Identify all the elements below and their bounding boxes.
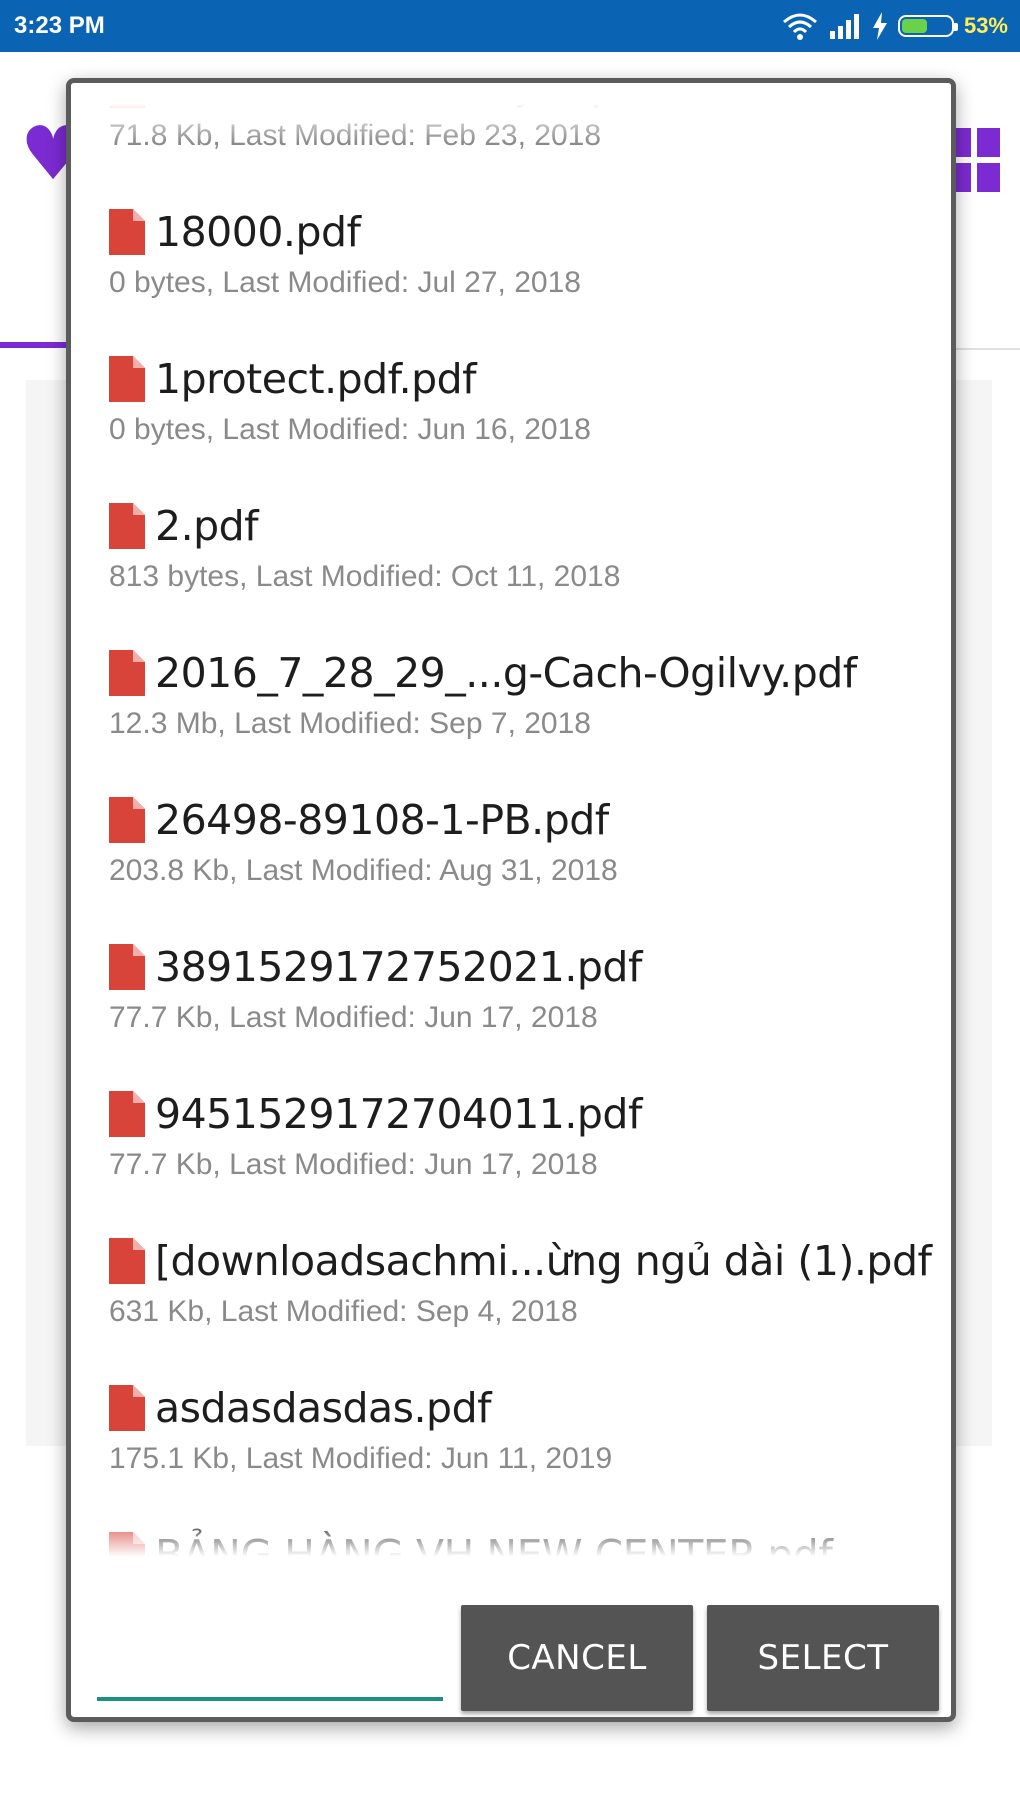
file-meta: 203.8 Kb, Last Modified: Aug 31, 2018 xyxy=(109,854,618,887)
file-name-row: 18000.pdf xyxy=(109,202,929,262)
file-meta: 175.1 Kb, Last Modified: Jun 11, 2019 xyxy=(109,1442,613,1475)
file-name-row: 12XOKVXNBOOBhjkh.pdf xyxy=(109,83,929,115)
file-name: BẢNG HÀNG VH NEW CENTER.pdf xyxy=(155,1531,833,1565)
file-meta: 71.8 Kb, Last Modified: Feb 23, 2018 xyxy=(109,119,601,152)
battery-percent: 53% xyxy=(963,13,1008,38)
file-name-row: BẢNG HÀNG VH NEW CENTER.pdf xyxy=(109,1525,929,1565)
battery-icon xyxy=(897,15,958,37)
file-meta: 12.3 Mb, Last Modified: Sep 7, 2018 xyxy=(109,707,591,740)
filename-input-underline[interactable] xyxy=(97,1697,443,1701)
file-list-item[interactable]: BẢNG HÀNG VH NEW CENTER.pdf xyxy=(109,1525,929,1565)
file-list-item[interactable]: 18000.pdf 0 bytes, Last Modified: Jul 27,… xyxy=(109,202,929,342)
file-name-row: 389152917275202‌1.pdf xyxy=(109,937,929,997)
pdf-file-icon xyxy=(109,650,145,696)
pdf-file-icon xyxy=(109,797,145,843)
divider xyxy=(950,348,1020,350)
file-name: asdasdasdas.pdf xyxy=(155,1384,492,1432)
file-name-row: 2016_7_28_29_...g-Cach-Ogilvy.pdf xyxy=(109,643,929,703)
file-name: 26498-89108-1-PB.pdf xyxy=(155,796,609,844)
file-name: 389152917275202‌1.pdf xyxy=(155,943,642,991)
pdf-file-icon xyxy=(109,83,145,108)
signal-icon xyxy=(829,14,859,39)
status-bar: 3:23 PM 53% xyxy=(0,0,1020,52)
wifi-icon xyxy=(782,13,817,40)
pdf-file-icon xyxy=(109,1532,145,1565)
pdf-file-icon xyxy=(109,503,145,549)
battery-fill xyxy=(901,19,927,33)
file-chooser-dialog: 12XOKVXNBOOBhjkh.pdf 71.8 Kb, Last Modifi… xyxy=(66,78,956,1722)
file-list[interactable]: 12XOKVXNBOOBhjkh.pdf 71.8 Kb, Last Modifi… xyxy=(71,83,951,1565)
pdf-file-icon xyxy=(109,209,145,255)
charging-icon xyxy=(872,12,887,40)
file-meta: 0 bytes, Last Modified: Jul 27, 2018 xyxy=(109,266,581,299)
file-name: 12XOKVXNBOOBhjkh.pdf xyxy=(155,83,656,109)
cancel-button[interactable]: CANCEL xyxy=(461,1605,693,1711)
file-name-row: asdasdasdas.pdf xyxy=(109,1378,929,1438)
status-icons: 53% xyxy=(782,8,1008,44)
file-list-item[interactable]: 2.pdf 813 bytes, Last Modified: Oct 11, 2… xyxy=(109,496,929,636)
file-name-row: 945152917270401‌1.pdf xyxy=(109,1084,929,1144)
file-meta: 77.7 Kb, Last Modified: Jun 17, 2018 xyxy=(109,1148,598,1181)
file-list-item[interactable]: 12XOKVXNBOOBhjkh.pdf 71.8 Kb, Last Modifi… xyxy=(109,83,929,195)
file-name: 2016_7_28_29_...g-Cach-Ogilvy.pdf xyxy=(155,649,857,697)
file-name: [downloadsachmi...ừng ngủ dài (1).pdf xyxy=(155,1237,932,1285)
file-meta: 0 bytes, Last Modified: Jun 16, 2018 xyxy=(109,413,591,446)
pdf-file-icon xyxy=(109,356,145,402)
file-list-item[interactable]: 1protect.pdf.pdf 0 bytes, Last Modified: … xyxy=(109,349,929,489)
file-name: 945152917270401‌1.pdf xyxy=(155,1090,642,1138)
file-list-item[interactable]: 945152917270401‌1.pdf 77.7 Kb, Last Modif… xyxy=(109,1084,929,1224)
file-name-row: 1protect.pdf.pdf xyxy=(109,349,929,409)
tab-indicator xyxy=(0,342,70,348)
select-button[interactable]: SELECT xyxy=(707,1605,939,1711)
file-name-row: 2.pdf xyxy=(109,496,929,556)
file-list-item[interactable]: 26498-89108-1-PB.pdf 203.8 Kb, Last Modif… xyxy=(109,790,929,930)
file-name-row: [downloadsachmi...ừng ngủ dài (1).pdf xyxy=(109,1231,932,1291)
file-meta: 631 Kb, Last Modified: Sep 4, 2018 xyxy=(109,1295,578,1328)
pdf-file-icon xyxy=(109,944,145,990)
file-name: 18000.pdf xyxy=(155,208,361,256)
pdf-file-icon xyxy=(109,1238,145,1284)
file-list-item[interactable]: 389152917275202‌1.pdf 77.7 Kb, Last Modif… xyxy=(109,937,929,1077)
file-name: 1protect.pdf.pdf xyxy=(155,355,477,403)
status-time: 3:23 PM xyxy=(14,12,105,39)
file-meta: 813 bytes, Last Modified: Oct 11, 2018 xyxy=(109,560,621,593)
file-meta: 77.7 Kb, Last Modified: Jun 17, 2018 xyxy=(109,1001,598,1034)
pdf-file-icon xyxy=(109,1091,145,1137)
pdf-file-icon xyxy=(109,1385,145,1431)
file-name-row: 26498-89108-1-PB.pdf xyxy=(109,790,929,850)
file-list-item[interactable]: [downloadsachmi...ừng ngủ dài (1).pdf 631… xyxy=(109,1231,932,1371)
file-list-item[interactable]: 2016_7_28_29_...g-Cach-Ogilvy.pdf 12.3 Mb… xyxy=(109,643,929,783)
file-list-item[interactable]: asdasdasdas.pdf 175.1 Kb, Last Modified: … xyxy=(109,1378,929,1518)
file-name: 2.pdf xyxy=(155,502,259,550)
